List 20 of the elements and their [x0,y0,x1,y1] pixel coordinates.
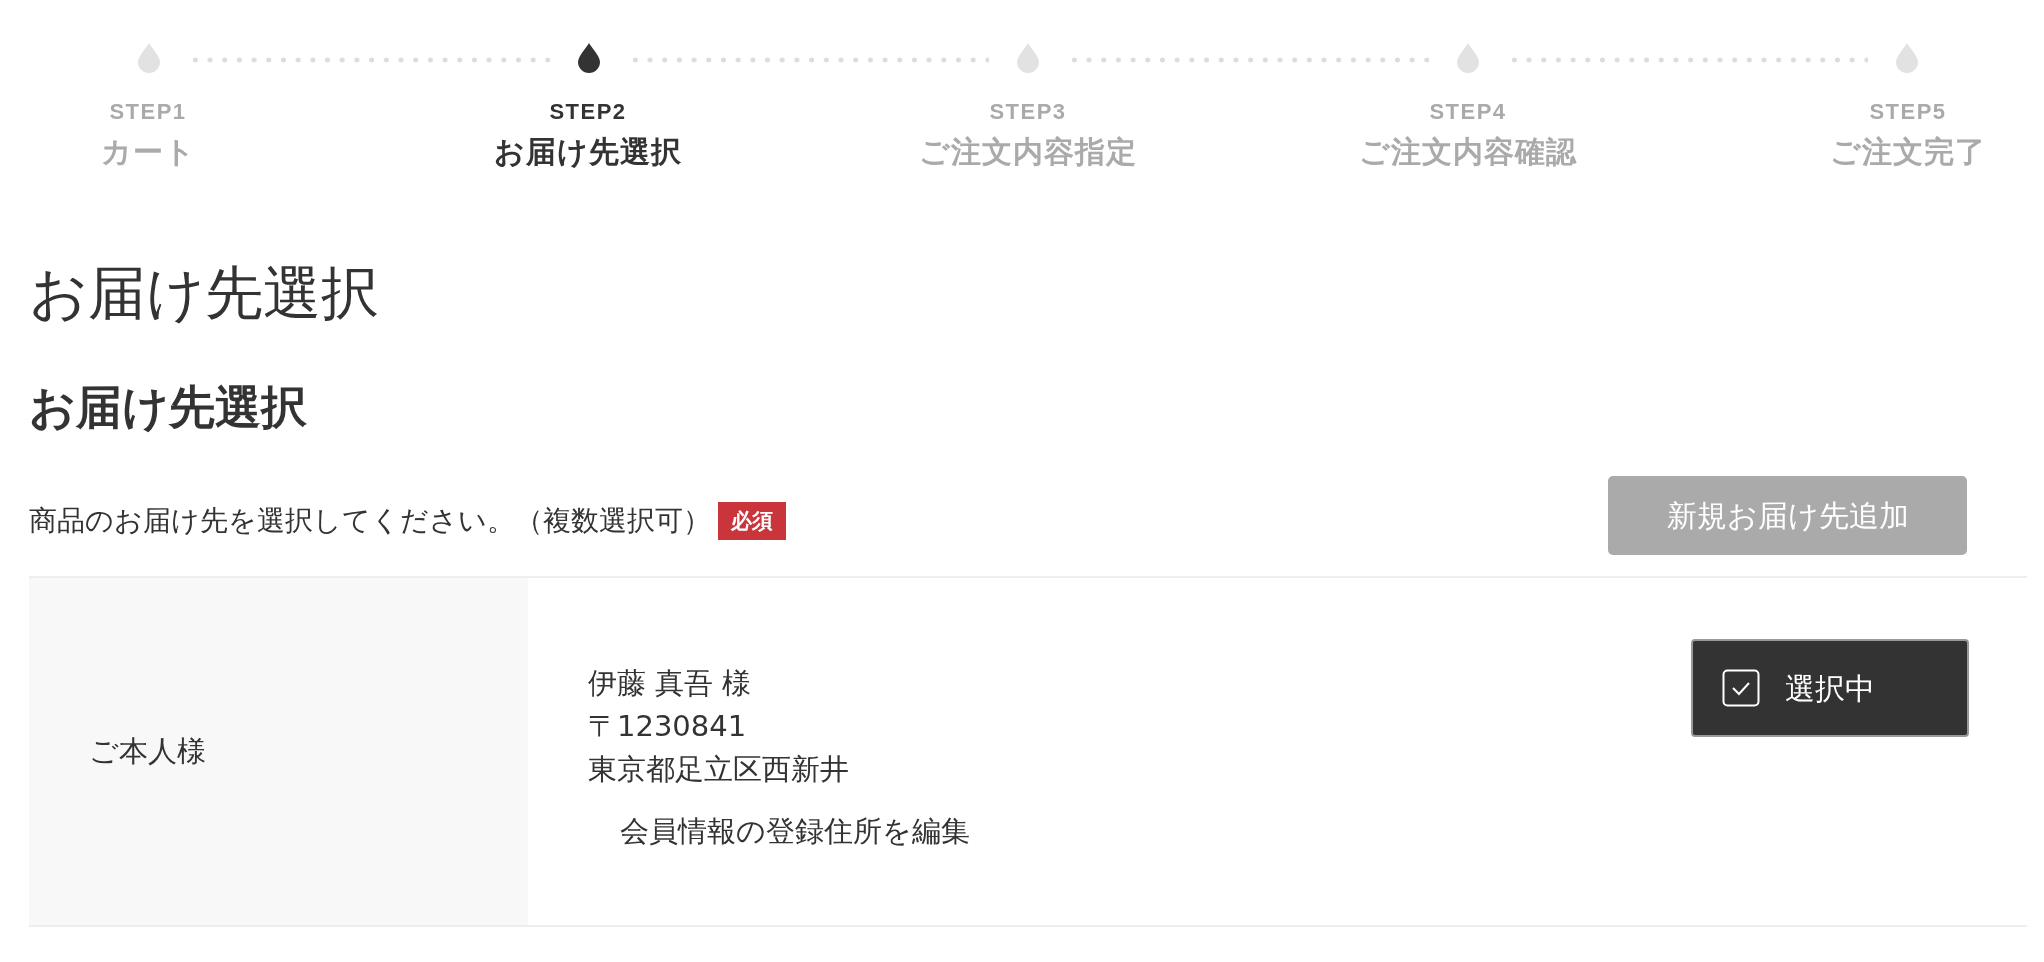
recipient-type: ご本人様 [89,732,206,770]
required-tag: 必須 [718,501,786,540]
postal-code: 〒1230841 [588,708,747,745]
step-number: STEP1 [109,100,187,124]
step-label: ご注文内容指定 [919,134,1137,170]
step-label: お届け先選択 [494,134,682,170]
section-title: お届け先選択 [29,381,308,434]
step-number: STEP4 [1429,100,1507,124]
recipient-name: 伊藤 真吾 様 [588,665,752,702]
instruction-text: 商品のお届け先を選択してください。（複数選択可） [29,502,711,539]
edit-address-link[interactable]: 会員情報の登録住所を編集 [620,810,970,853]
page-title: お届け先選択 [29,260,380,327]
step-label: カート [100,134,196,170]
step-number: STEP2 [549,100,627,124]
address-text: 東京都足立区西新井 [588,751,849,788]
step-label: ご注文完了 [1830,134,1986,170]
select-button[interactable]: 選択中 [1691,639,1969,737]
step-number: STEP3 [989,100,1067,124]
step-label: ご注文内容確認 [1359,134,1577,170]
step-number: STEP5 [1869,100,1947,124]
